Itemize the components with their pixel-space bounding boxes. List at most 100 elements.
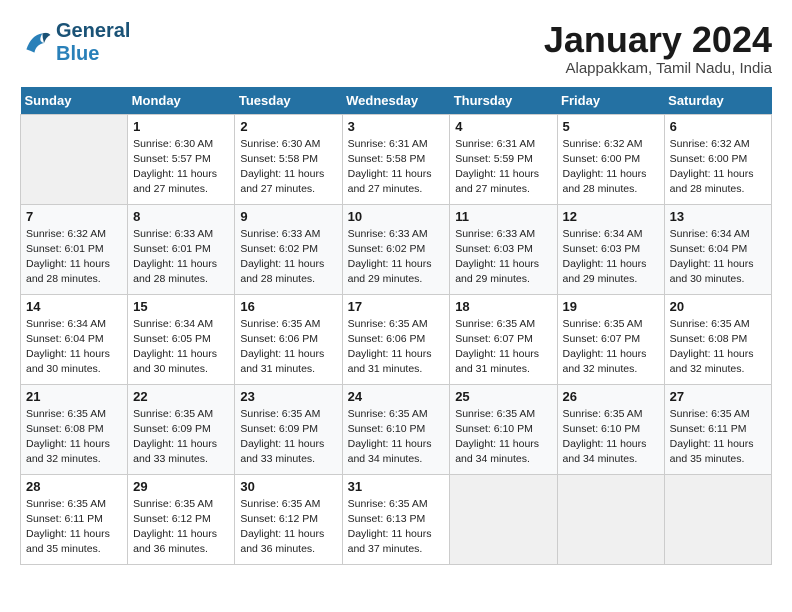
calendar-cell: 25Sunrise: 6:35 AM Sunset: 6:10 PM Dayli… xyxy=(450,384,557,474)
day-number: 8 xyxy=(133,209,229,224)
weekday-header-monday: Monday xyxy=(128,87,235,115)
calendar-cell: 5Sunrise: 6:32 AM Sunset: 6:00 PM Daylig… xyxy=(557,114,664,204)
calendar-cell: 1 Sunrise: 6:30 AM Sunset: 5:57 PM Daylig… xyxy=(128,114,235,204)
calendar-cell: 18 Sunrise: 6:35 AM Sunset: 6:07 PM Dayli… xyxy=(450,294,557,384)
day-number: 24 xyxy=(348,389,445,404)
weekday-header-row: SundayMondayTuesdayWednesdayThursdayFrid… xyxy=(21,87,772,115)
day-number: 6 xyxy=(670,119,766,134)
day-info: Sunrise: 6:33 AM Sunset: 6:02 PM Dayligh… xyxy=(348,227,445,288)
day-number: 26 xyxy=(563,389,659,404)
location: Alappakkam, Tamil Nadu, India xyxy=(544,60,772,77)
day-number: 25 xyxy=(455,389,551,404)
weekday-header-saturday: Saturday xyxy=(664,87,771,115)
calendar-cell: 3 Sunrise: 6:31 AM Sunset: 5:58 PM Daylig… xyxy=(342,114,450,204)
logo: General Blue xyxy=(20,20,130,66)
calendar-cell: 22 Sunrise: 6:35 AM Sunset: 6:09 PM Dayli… xyxy=(128,384,235,474)
calendar-week-row: 7Sunrise: 6:32 AM Sunset: 6:01 PM Daylig… xyxy=(21,204,772,294)
calendar-cell: 6Sunrise: 6:32 AM Sunset: 6:00 PM Daylig… xyxy=(664,114,771,204)
calendar-week-row: 1 Sunrise: 6:30 AM Sunset: 5:57 PM Daylig… xyxy=(21,114,772,204)
day-info: Sunrise: 6:33 AM Sunset: 6:02 PM Dayligh… xyxy=(240,227,336,288)
day-info: Sunrise: 6:30 AM Sunset: 5:57 PM Dayligh… xyxy=(133,137,229,198)
day-info: Sunrise: 6:35 AM Sunset: 6:06 PM Dayligh… xyxy=(348,317,445,378)
calendar-cell xyxy=(664,474,771,564)
day-number: 5 xyxy=(563,119,659,134)
day-number: 14 xyxy=(26,299,122,314)
weekday-header-friday: Friday xyxy=(557,87,664,115)
calendar-week-row: 21 Sunrise: 6:35 AM Sunset: 6:08 PM Dayli… xyxy=(21,384,772,474)
day-number: 23 xyxy=(240,389,336,404)
day-number: 9 xyxy=(240,209,336,224)
day-info: Sunrise: 6:31 AM Sunset: 5:58 PM Dayligh… xyxy=(348,137,445,198)
day-number: 31 xyxy=(348,479,445,494)
day-info: Sunrise: 6:35 AM Sunset: 6:06 PM Dayligh… xyxy=(240,317,336,378)
day-info: Sunrise: 6:35 AM Sunset: 6:09 PM Dayligh… xyxy=(133,407,229,468)
day-info: Sunrise: 6:35 AM Sunset: 6:08 PM Dayligh… xyxy=(670,317,766,378)
calendar-cell: 30Sunrise: 6:35 AM Sunset: 6:12 PM Dayli… xyxy=(235,474,342,564)
calendar-cell: 24Sunrise: 6:35 AM Sunset: 6:10 PM Dayli… xyxy=(342,384,450,474)
day-info: Sunrise: 6:32 AM Sunset: 6:01 PM Dayligh… xyxy=(26,227,122,288)
day-number: 2 xyxy=(240,119,336,134)
month-title: January 2024 xyxy=(544,20,772,60)
calendar-cell: 8 Sunrise: 6:33 AM Sunset: 6:01 PM Daylig… xyxy=(128,204,235,294)
day-info: Sunrise: 6:34 AM Sunset: 6:04 PM Dayligh… xyxy=(670,227,766,288)
calendar-cell: 23 Sunrise: 6:35 AM Sunset: 6:09 PM Dayli… xyxy=(235,384,342,474)
day-number: 21 xyxy=(26,389,122,404)
day-number: 1 xyxy=(133,119,229,134)
calendar-cell: 29 Sunrise: 6:35 AM Sunset: 6:12 PM Dayli… xyxy=(128,474,235,564)
calendar-cell: 28 Sunrise: 6:35 AM Sunset: 6:11 PM Dayli… xyxy=(21,474,128,564)
day-info: Sunrise: 6:31 AM Sunset: 5:59 PM Dayligh… xyxy=(455,137,551,198)
calendar-cell: 20 Sunrise: 6:35 AM Sunset: 6:08 PM Dayli… xyxy=(664,294,771,384)
calendar-cell xyxy=(557,474,664,564)
calendar-cell: 21 Sunrise: 6:35 AM Sunset: 6:08 PM Dayli… xyxy=(21,384,128,474)
logo-text: General Blue xyxy=(56,20,130,66)
day-number: 4 xyxy=(455,119,551,134)
calendar-cell: 13 Sunrise: 6:34 AM Sunset: 6:04 PM Dayli… xyxy=(664,204,771,294)
weekday-header-tuesday: Tuesday xyxy=(235,87,342,115)
calendar-cell: 27Sunrise: 6:35 AM Sunset: 6:11 PM Dayli… xyxy=(664,384,771,474)
day-info: Sunrise: 6:33 AM Sunset: 6:03 PM Dayligh… xyxy=(455,227,551,288)
calendar-cell: 11 Sunrise: 6:33 AM Sunset: 6:03 PM Dayli… xyxy=(450,204,557,294)
weekday-header-sunday: Sunday xyxy=(21,87,128,115)
calendar-table: SundayMondayTuesdayWednesdayThursdayFrid… xyxy=(20,87,772,565)
calendar-cell: 15Sunrise: 6:34 AM Sunset: 6:05 PM Dayli… xyxy=(128,294,235,384)
calendar-cell: 26 Sunrise: 6:35 AM Sunset: 6:10 PM Dayli… xyxy=(557,384,664,474)
weekday-header-wednesday: Wednesday xyxy=(342,87,450,115)
day-number: 19 xyxy=(563,299,659,314)
calendar-cell: 19 Sunrise: 6:35 AM Sunset: 6:07 PM Dayli… xyxy=(557,294,664,384)
calendar-cell: 10 Sunrise: 6:33 AM Sunset: 6:02 PM Dayli… xyxy=(342,204,450,294)
calendar-week-row: 28 Sunrise: 6:35 AM Sunset: 6:11 PM Dayli… xyxy=(21,474,772,564)
day-number: 18 xyxy=(455,299,551,314)
day-number: 28 xyxy=(26,479,122,494)
day-info: Sunrise: 6:35 AM Sunset: 6:07 PM Dayligh… xyxy=(563,317,659,378)
day-info: Sunrise: 6:34 AM Sunset: 6:04 PM Dayligh… xyxy=(26,317,122,378)
day-number: 16 xyxy=(240,299,336,314)
day-info: Sunrise: 6:35 AM Sunset: 6:10 PM Dayligh… xyxy=(563,407,659,468)
day-info: Sunrise: 6:34 AM Sunset: 6:03 PM Dayligh… xyxy=(563,227,659,288)
calendar-cell: 4 Sunrise: 6:31 AM Sunset: 5:59 PM Daylig… xyxy=(450,114,557,204)
calendar-cell: 14 Sunrise: 6:34 AM Sunset: 6:04 PM Dayli… xyxy=(21,294,128,384)
day-number: 30 xyxy=(240,479,336,494)
day-number: 3 xyxy=(348,119,445,134)
day-number: 22 xyxy=(133,389,229,404)
day-number: 11 xyxy=(455,209,551,224)
day-number: 10 xyxy=(348,209,445,224)
logo-bird-icon xyxy=(20,27,52,59)
day-number: 15 xyxy=(133,299,229,314)
day-info: Sunrise: 6:35 AM Sunset: 6:09 PM Dayligh… xyxy=(240,407,336,468)
day-number: 13 xyxy=(670,209,766,224)
day-info: Sunrise: 6:35 AM Sunset: 6:11 PM Dayligh… xyxy=(26,497,122,558)
calendar-cell: 17 Sunrise: 6:35 AM Sunset: 6:06 PM Dayli… xyxy=(342,294,450,384)
day-number: 20 xyxy=(670,299,766,314)
calendar-week-row: 14 Sunrise: 6:34 AM Sunset: 6:04 PM Dayli… xyxy=(21,294,772,384)
day-info: Sunrise: 6:35 AM Sunset: 6:07 PM Dayligh… xyxy=(455,317,551,378)
day-number: 17 xyxy=(348,299,445,314)
day-number: 29 xyxy=(133,479,229,494)
page-header: General Blue January 2024 Alappakkam, Ta… xyxy=(20,20,772,77)
day-info: Sunrise: 6:33 AM Sunset: 6:01 PM Dayligh… xyxy=(133,227,229,288)
calendar-cell: 12 Sunrise: 6:34 AM Sunset: 6:03 PM Dayli… xyxy=(557,204,664,294)
day-info: Sunrise: 6:35 AM Sunset: 6:08 PM Dayligh… xyxy=(26,407,122,468)
calendar-cell: 31 Sunrise: 6:35 AM Sunset: 6:13 PM Dayli… xyxy=(342,474,450,564)
day-info: Sunrise: 6:35 AM Sunset: 6:12 PM Dayligh… xyxy=(133,497,229,558)
day-info: Sunrise: 6:35 AM Sunset: 6:13 PM Dayligh… xyxy=(348,497,445,558)
day-number: 12 xyxy=(563,209,659,224)
